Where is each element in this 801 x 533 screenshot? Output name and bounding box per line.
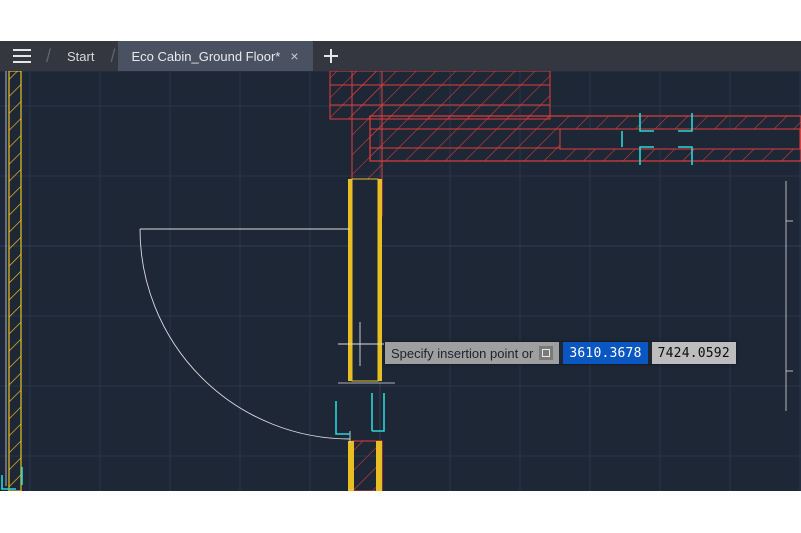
tab-start[interactable]: Start <box>53 41 108 71</box>
door-swing <box>140 229 350 443</box>
app-menu-button[interactable] <box>0 41 44 71</box>
letterbox-bottom <box>0 491 801 533</box>
column-left-yellow <box>6 71 21 491</box>
tab-close-button[interactable]: × <box>290 48 298 64</box>
letterbox-top <box>0 0 801 41</box>
tab-separator: / <box>108 46 117 67</box>
new-tab-button[interactable] <box>313 41 349 71</box>
plus-icon <box>324 49 338 63</box>
tab-separator: / <box>44 46 53 67</box>
drawing-canvas[interactable] <box>0 71 801 491</box>
tab-active-document[interactable]: Eco Cabin_Ground Floor* × <box>118 41 313 71</box>
hamburger-icon <box>13 49 31 63</box>
tab-bar: / Start / Eco Cabin_Ground Floor* × <box>0 41 801 71</box>
dynamic-input-prompt-text: Specify insertion point or <box>391 346 533 361</box>
dynamic-input-tooltip: Specify insertion point or 3610.3678 742… <box>385 342 736 364</box>
dynamic-input-options-icon[interactable] <box>539 346 553 360</box>
dynamic-input-y-field[interactable]: 7424.0592 <box>652 342 736 364</box>
dynamic-input-x-field[interactable]: 3610.3678 <box>563 342 647 364</box>
fixture-lower <box>336 393 384 434</box>
tab-start-label: Start <box>67 49 94 64</box>
dynamic-input-prompt: Specify insertion point or <box>385 342 559 364</box>
cad-drawing <box>0 71 801 491</box>
tab-active-label: Eco Cabin_Ground Floor* <box>132 49 281 64</box>
